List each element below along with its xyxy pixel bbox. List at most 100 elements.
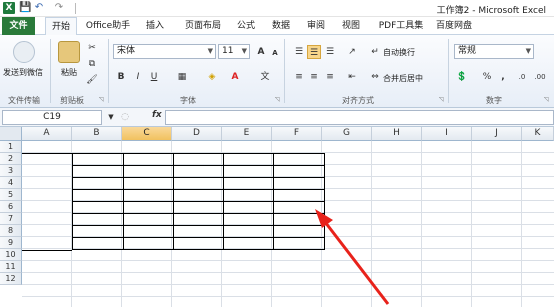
font-name-value: 宋体 (117, 46, 136, 56)
align-center-icon[interactable]: ≡ (307, 70, 321, 84)
row-header-2[interactable]: 2 (0, 153, 22, 165)
row-header-10[interactable]: 10 (0, 249, 22, 261)
table-bottom-edge-a (22, 250, 72, 251)
redo-icon[interactable]: ↷ (53, 2, 65, 14)
column-header-f[interactable]: F (272, 127, 322, 141)
phonetic-icon[interactable]: 文 (258, 70, 272, 84)
number-launcher-icon[interactable]: ◹ (544, 96, 551, 103)
tab-insert[interactable]: 插入 (140, 17, 170, 35)
shrink-font-icon[interactable]: A (268, 46, 282, 60)
table-column-border (223, 153, 224, 250)
table-row-border (72, 225, 325, 226)
tab-view[interactable]: 视图 (338, 17, 364, 35)
group-clipboard-label: 剪贴板 (60, 96, 84, 105)
column-header-i[interactable]: I (422, 127, 472, 141)
percent-button[interactable]: % (480, 70, 494, 84)
tab-pdf-tools[interactable]: PDF工具集 (375, 17, 427, 35)
orientation-icon[interactable]: ↗ (345, 45, 359, 59)
table-top-edge-a (22, 153, 72, 154)
ribbon: 发送到微信 文件传输 粘贴 ✂ ⧉ 🖌 剪贴板 ◹ 宋体 ▼ 11 ▼ A A … (0, 35, 554, 108)
column-header-b[interactable]: B (72, 127, 122, 141)
tab-office-assistant[interactable]: Office助手 (84, 17, 132, 35)
italic-button[interactable]: I (131, 70, 145, 84)
tab-baidu-netdisk[interactable]: 百度网盘 (431, 17, 477, 35)
window-title: 工作簿2 - Microsoft Excel (436, 6, 546, 16)
ribbon-tab-bar: 文件 开始 Office助手 插入 页面布局 公式 数据 审阅 视图 PDF工具… (0, 17, 554, 36)
decrease-decimal-icon[interactable]: .00 (533, 70, 547, 84)
underline-button[interactable]: U (147, 70, 161, 84)
merge-center-label[interactable]: 合并后居中 (383, 73, 423, 84)
table-column-border (273, 153, 274, 250)
wechat-icon[interactable] (13, 41, 35, 63)
align-bottom-icon[interactable]: ☰ (323, 45, 337, 59)
copy-icon[interactable]: ⧉ (85, 57, 99, 71)
select-all-corner[interactable] (0, 127, 22, 141)
wrap-text-label[interactable]: 自动换行 (383, 47, 415, 58)
name-box[interactable]: C19 (2, 110, 102, 125)
table-row-border (72, 213, 325, 214)
border-icon[interactable]: ▦ (175, 70, 189, 84)
column-header-k[interactable]: K (522, 127, 554, 141)
column-header-a[interactable]: A (22, 127, 72, 141)
undo-icon[interactable]: ↶ (33, 2, 45, 14)
save-icon[interactable]: 💾 (19, 2, 31, 14)
column-header-d[interactable]: D (172, 127, 222, 141)
column-header-j[interactable]: J (472, 127, 522, 141)
row-header-8[interactable]: 8 (0, 225, 22, 237)
format-painter-icon[interactable]: 🖌 (85, 73, 99, 87)
merge-center-icon[interactable]: ⇔ (368, 70, 382, 84)
align-middle-icon[interactable]: ☰ (307, 45, 321, 59)
row-header-1[interactable]: 1 (0, 141, 22, 153)
column-header-c[interactable]: C (122, 127, 172, 141)
font-color-icon[interactable]: A (228, 70, 242, 84)
alignment-launcher-icon[interactable]: ◹ (439, 96, 446, 103)
tab-page-layout[interactable]: 页面布局 (178, 17, 228, 35)
bold-button[interactable]: B (114, 70, 128, 84)
table-row-border (72, 201, 325, 202)
row-header-5[interactable]: 5 (0, 189, 22, 201)
tab-formulas[interactable]: 公式 (233, 17, 259, 35)
paste-icon[interactable] (58, 41, 80, 63)
row-header-4[interactable]: 4 (0, 177, 22, 189)
column-header-e[interactable]: E (222, 127, 272, 141)
paste-label[interactable]: 粘贴 (61, 67, 77, 78)
increase-decimal-icon[interactable]: .0 (515, 70, 529, 84)
align-top-icon[interactable]: ☰ (292, 45, 306, 59)
clipboard-launcher-icon[interactable]: ◹ (99, 96, 106, 103)
row-header-6[interactable]: 6 (0, 201, 22, 213)
tab-file[interactable]: 文件 (2, 17, 35, 35)
row-header-7[interactable]: 7 (0, 213, 22, 225)
decrease-indent-icon[interactable]: ⇤ (345, 70, 359, 84)
name-box-dropdown-icon[interactable]: ▼ (104, 110, 118, 124)
row-header-9[interactable]: 9 (0, 237, 22, 249)
accounting-format-icon[interactable]: 💲 (455, 70, 469, 84)
send-to-wechat-label[interactable]: 发送到微信 (3, 67, 43, 78)
quick-access-separator (75, 3, 76, 14)
wrap-text-icon[interactable]: ↵ (368, 45, 382, 59)
row-header-3[interactable]: 3 (0, 165, 22, 177)
column-header-h[interactable]: H (372, 127, 422, 141)
group-font-label: 字体 (180, 96, 196, 105)
cancel-icon: ◌ (121, 112, 129, 122)
column-header-g[interactable]: G (322, 127, 372, 141)
tab-home[interactable]: 开始 (45, 17, 77, 36)
grow-font-icon[interactable]: A (254, 45, 268, 59)
row-header-12[interactable]: 12 (0, 273, 22, 285)
number-format-combo[interactable]: 常规 ▼ (454, 44, 534, 59)
row-header-11[interactable]: 11 (0, 261, 22, 273)
group-number-label: 数字 (486, 96, 502, 105)
font-launcher-icon[interactable]: ◹ (275, 96, 282, 103)
comma-button[interactable]: , (496, 70, 510, 84)
align-left-icon[interactable]: ≡ (292, 70, 306, 84)
formula-input[interactable] (165, 110, 554, 125)
group-alignment-label: 对齐方式 (342, 96, 374, 105)
font-size-combo[interactable]: 11 ▼ (218, 44, 250, 59)
font-name-combo[interactable]: 宋体 ▼ (113, 44, 216, 59)
insert-function-icon[interactable]: fx (152, 110, 162, 120)
tab-review[interactable]: 审阅 (303, 17, 329, 35)
align-right-icon[interactable]: ≡ (323, 70, 337, 84)
fill-color-icon[interactable]: ◈ (205, 70, 219, 84)
group-separator (108, 39, 109, 103)
cut-icon[interactable]: ✂ (85, 41, 99, 55)
tab-data[interactable]: 数据 (268, 17, 294, 35)
